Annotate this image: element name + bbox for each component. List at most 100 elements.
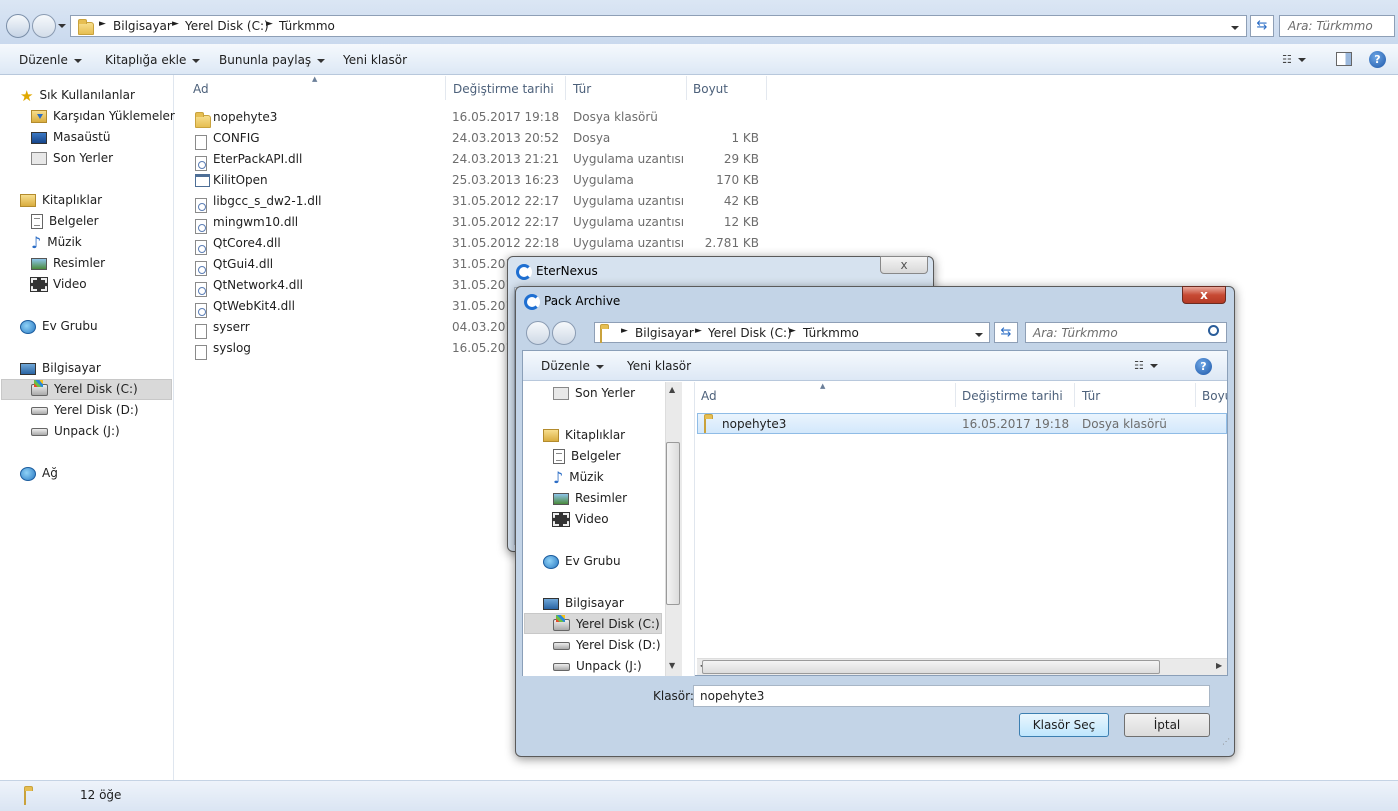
dialog-breadcrumb-computer[interactable]: Bilgisayar	[635, 326, 694, 340]
dialog-column-header-size[interactable]: Boyu	[1202, 389, 1227, 403]
dialog-breadcrumb-turkmmo[interactable]: Türkmmo	[803, 326, 859, 340]
dialog-search-input[interactable]: Ara: Türkmmo	[1025, 322, 1227, 343]
column-divider[interactable]	[445, 76, 446, 100]
file-row[interactable]: EterPackAPI.dll 24.03.2013 21:21 Uygulama …	[193, 149, 768, 171]
nav-desktop[interactable]: Masaüstü	[31, 127, 110, 148]
dialog-nav-libraries[interactable]: Kitaplıklar	[543, 425, 625, 446]
new-folder-button[interactable]: Yeni klasör	[343, 53, 407, 67]
nav-drive-j[interactable]: Unpack (J:)	[31, 421, 120, 442]
refresh-button[interactable]: ⇆	[1250, 15, 1274, 37]
dialog-nav-homegroup[interactable]: Ev Grubu	[543, 551, 621, 572]
scroll-up-arrow-icon[interactable]: ▲	[669, 385, 675, 394]
dialog-column-header-modified[interactable]: Değiştirme tarihi	[962, 389, 1063, 403]
organize-button[interactable]: Düzenle	[19, 53, 82, 67]
dialog-back-button[interactable]	[526, 321, 550, 345]
nav-pictures[interactable]: Resimler	[31, 253, 105, 274]
dialog-forward-button[interactable]	[552, 321, 576, 345]
desktop-icon	[31, 131, 47, 144]
breadcrumb-drive-c[interactable]: Yerel Disk (C:)	[185, 19, 269, 33]
nav-recent[interactable]: Son Yerler	[31, 148, 113, 169]
nav-drive-d[interactable]: Yerel Disk (D:)	[31, 400, 139, 421]
search-icon[interactable]	[1208, 325, 1219, 336]
dialog-nav-documents[interactable]: Belgeler	[553, 446, 621, 467]
view-options-icon[interactable]: ☷	[1282, 53, 1316, 67]
nav-homegroup[interactable]: Ev Grubu	[20, 316, 98, 337]
nav-videos[interactable]: Video	[30, 274, 87, 295]
dialog-breadcrumb-drive-c[interactable]: Yerel Disk (C:)	[708, 326, 792, 340]
address-box[interactable]: ► Bilgisayar ► Yerel Disk (C:) ► Türkmmo	[70, 15, 1247, 37]
search-input[interactable]: Ara: Türkmmo	[1279, 15, 1395, 37]
dialog-nav-computer[interactable]: Bilgisayar	[543, 593, 624, 614]
file-row[interactable]: CONFIG 24.03.2013 20:52 Dosya 1 KB	[193, 128, 768, 150]
pane-divider[interactable]	[683, 382, 695, 676]
nav-downloads[interactable]: Karşıdan Yüklemeler	[31, 106, 175, 127]
help-icon[interactable]: ?	[1369, 51, 1386, 68]
folder-name-input[interactable]: nopehyte3	[693, 685, 1210, 707]
pack-archive-dialog[interactable]: Pack Archive x ► Bilgisayar ► Yerel Disk…	[515, 286, 1235, 757]
dialog-nav-music[interactable]: ♪ Müzik	[553, 467, 604, 488]
system-drive-icon	[553, 614, 570, 631]
dialog-close-button[interactable]: x	[1182, 286, 1226, 304]
share-with-button[interactable]: Bununla paylaş	[219, 53, 326, 67]
scroll-right-arrow-icon[interactable]: ▶	[1216, 661, 1222, 670]
nav-libraries[interactable]: Kitaplıklar	[20, 190, 102, 211]
cancel-button[interactable]: İptal	[1124, 713, 1210, 737]
nav-network[interactable]: Ağ	[20, 463, 58, 484]
command-bar	[0, 44, 1398, 75]
nav-favorites[interactable]: ★ Sık Kullanılanlar	[20, 85, 135, 106]
dialog-row-selected[interactable]: nopehyte3 16.05.2017 19:18 Dosya klasörü	[697, 413, 1227, 434]
column-divider[interactable]	[766, 76, 767, 100]
file-row[interactable]: QtCore4.dll 31.05.2012 22:18 Uygulama uzan…	[193, 233, 768, 255]
dialog-address-box[interactable]: ► Bilgisayar ► Yerel Disk (C:) ► Türkmmo	[594, 322, 990, 343]
file-name: nopehyte3	[213, 110, 278, 124]
column-header-name[interactable]: Ad	[193, 82, 209, 96]
breadcrumb-computer[interactable]: Bilgisayar	[113, 19, 172, 33]
column-divider[interactable]	[565, 76, 566, 100]
forward-button[interactable]	[32, 14, 56, 38]
dialog-nav-drive-d[interactable]: Yerel Disk (D:)	[553, 635, 661, 656]
dialog-refresh-button[interactable]: ⇆	[994, 322, 1018, 343]
file-row[interactable]: nopehyte3 16.05.2017 19:18 Dosya klasörü	[193, 107, 768, 128]
column-header-type[interactable]: Tür	[573, 82, 591, 96]
file-date: 24.03.2013 21:21	[452, 152, 560, 166]
select-folder-button[interactable]: Klasör Seç	[1019, 713, 1109, 737]
column-divider[interactable]	[955, 383, 956, 407]
add-to-library-button[interactable]: Kitaplığa ekle	[105, 53, 201, 67]
eternexus-close-button[interactable]: x	[880, 256, 928, 274]
dialog-h-scrollbar-thumb[interactable]	[702, 660, 1160, 674]
dialog-organize-button[interactable]: Düzenle	[541, 359, 604, 373]
dialog-view-options-icon[interactable]: ☷	[1134, 359, 1158, 372]
breadcrumb-turkmmo[interactable]: Türkmmo	[279, 19, 335, 33]
file-row[interactable]: KilitOpen 25.03.2013 16:23 Uygulama 170 KB	[193, 170, 768, 191]
back-button[interactable]	[6, 14, 30, 38]
system-drive-icon	[31, 379, 48, 396]
column-header-modified[interactable]: Değiştirme tarihi	[453, 82, 554, 96]
resize-grip-icon[interactable]: ⋰	[1222, 737, 1230, 746]
column-header-size[interactable]: Boyut	[693, 82, 728, 96]
column-divider[interactable]	[686, 76, 687, 100]
nav-computer[interactable]: Bilgisayar	[20, 358, 101, 379]
chevron-down-icon[interactable]	[975, 327, 983, 341]
dialog-help-icon[interactable]: ?	[1195, 358, 1212, 375]
dialog-new-folder-button[interactable]: Yeni klasör	[627, 359, 691, 373]
dialog-nav-drive-c[interactable]: Yerel Disk (C:)	[553, 614, 660, 635]
dialog-column-header-name[interactable]: Ad	[701, 389, 717, 403]
dialog-nav-pictures[interactable]: Resimler	[553, 488, 627, 509]
dll-icon	[195, 303, 207, 318]
nav-music[interactable]: ♪ Müzik	[31, 232, 82, 253]
nav-drive-c[interactable]: Yerel Disk (C:)	[31, 379, 138, 400]
column-divider[interactable]	[1074, 383, 1075, 407]
dialog-nav-scrollbar-thumb[interactable]	[666, 442, 680, 605]
column-divider[interactable]	[1195, 383, 1196, 407]
preview-pane-icon[interactable]	[1336, 52, 1352, 66]
scroll-down-arrow-icon[interactable]: ▼	[669, 661, 675, 670]
dialog-nav-recent[interactable]: Son Yerler	[553, 383, 635, 404]
recent-pages-dropdown[interactable]	[58, 18, 68, 32]
dialog-nav-videos[interactable]: Video	[552, 509, 609, 530]
file-row[interactable]: libgcc_s_dw2-1.dll 31.05.2012 22:17 Uygula…	[193, 191, 768, 213]
dialog-nav-drive-j[interactable]: Unpack (J:)	[553, 656, 642, 677]
file-row[interactable]: mingwm10.dll 31.05.2012 22:17 Uygulama uza…	[193, 212, 768, 234]
nav-documents[interactable]: Belgeler	[31, 211, 99, 232]
chevron-down-icon[interactable]	[1231, 20, 1239, 34]
dialog-column-header-type[interactable]: Tür	[1082, 389, 1100, 403]
